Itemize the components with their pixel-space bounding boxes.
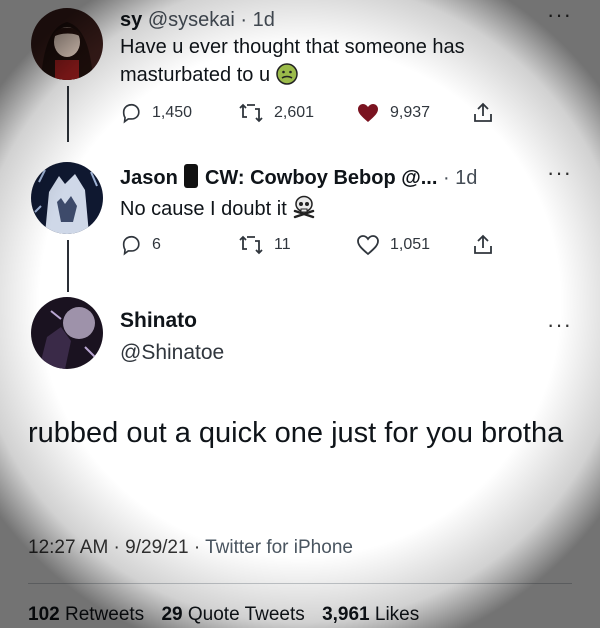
- more-options-icon[interactable]: ···: [547, 312, 572, 338]
- likes-label: Likes: [374, 604, 420, 625]
- tweet-source[interactable]: Twitter for iPhone: [205, 537, 353, 558]
- quote-tweets-stat[interactable]: 29 Quote Tweets: [161, 604, 304, 625]
- retweets-count: 102: [28, 604, 60, 625]
- author-name[interactable]: Shinato: [120, 309, 197, 333]
- quotes-label: Quote Tweets: [187, 604, 305, 625]
- focused-tweet: Shinato @Shinatoe ··· rubbed out a quick…: [0, 0, 600, 628]
- tweet-timestamp[interactable]: 12:27 AM · 9/29/21: [28, 537, 189, 558]
- likes-stat[interactable]: 3,961 Likes: [322, 604, 419, 625]
- engagement-stats: 102 Retweets 29 Quote Tweets 3,961 Likes: [28, 604, 419, 626]
- retweets-label: Retweets: [64, 604, 145, 625]
- quotes-count: 29: [161, 604, 183, 625]
- meta-separator: ·: [193, 537, 201, 558]
- divider: [28, 583, 572, 584]
- tweet-text: rubbed out a quick one just for you brot…: [28, 417, 564, 449]
- tweet-meta: 12:27 AM · 9/29/21 · Twitter for iPhone: [28, 537, 353, 559]
- author-handle[interactable]: @Shinatoe: [120, 341, 224, 365]
- avatar-shinato[interactable]: [31, 297, 103, 369]
- retweets-stat[interactable]: 102 Retweets: [28, 604, 144, 625]
- likes-count: 3,961: [322, 604, 370, 625]
